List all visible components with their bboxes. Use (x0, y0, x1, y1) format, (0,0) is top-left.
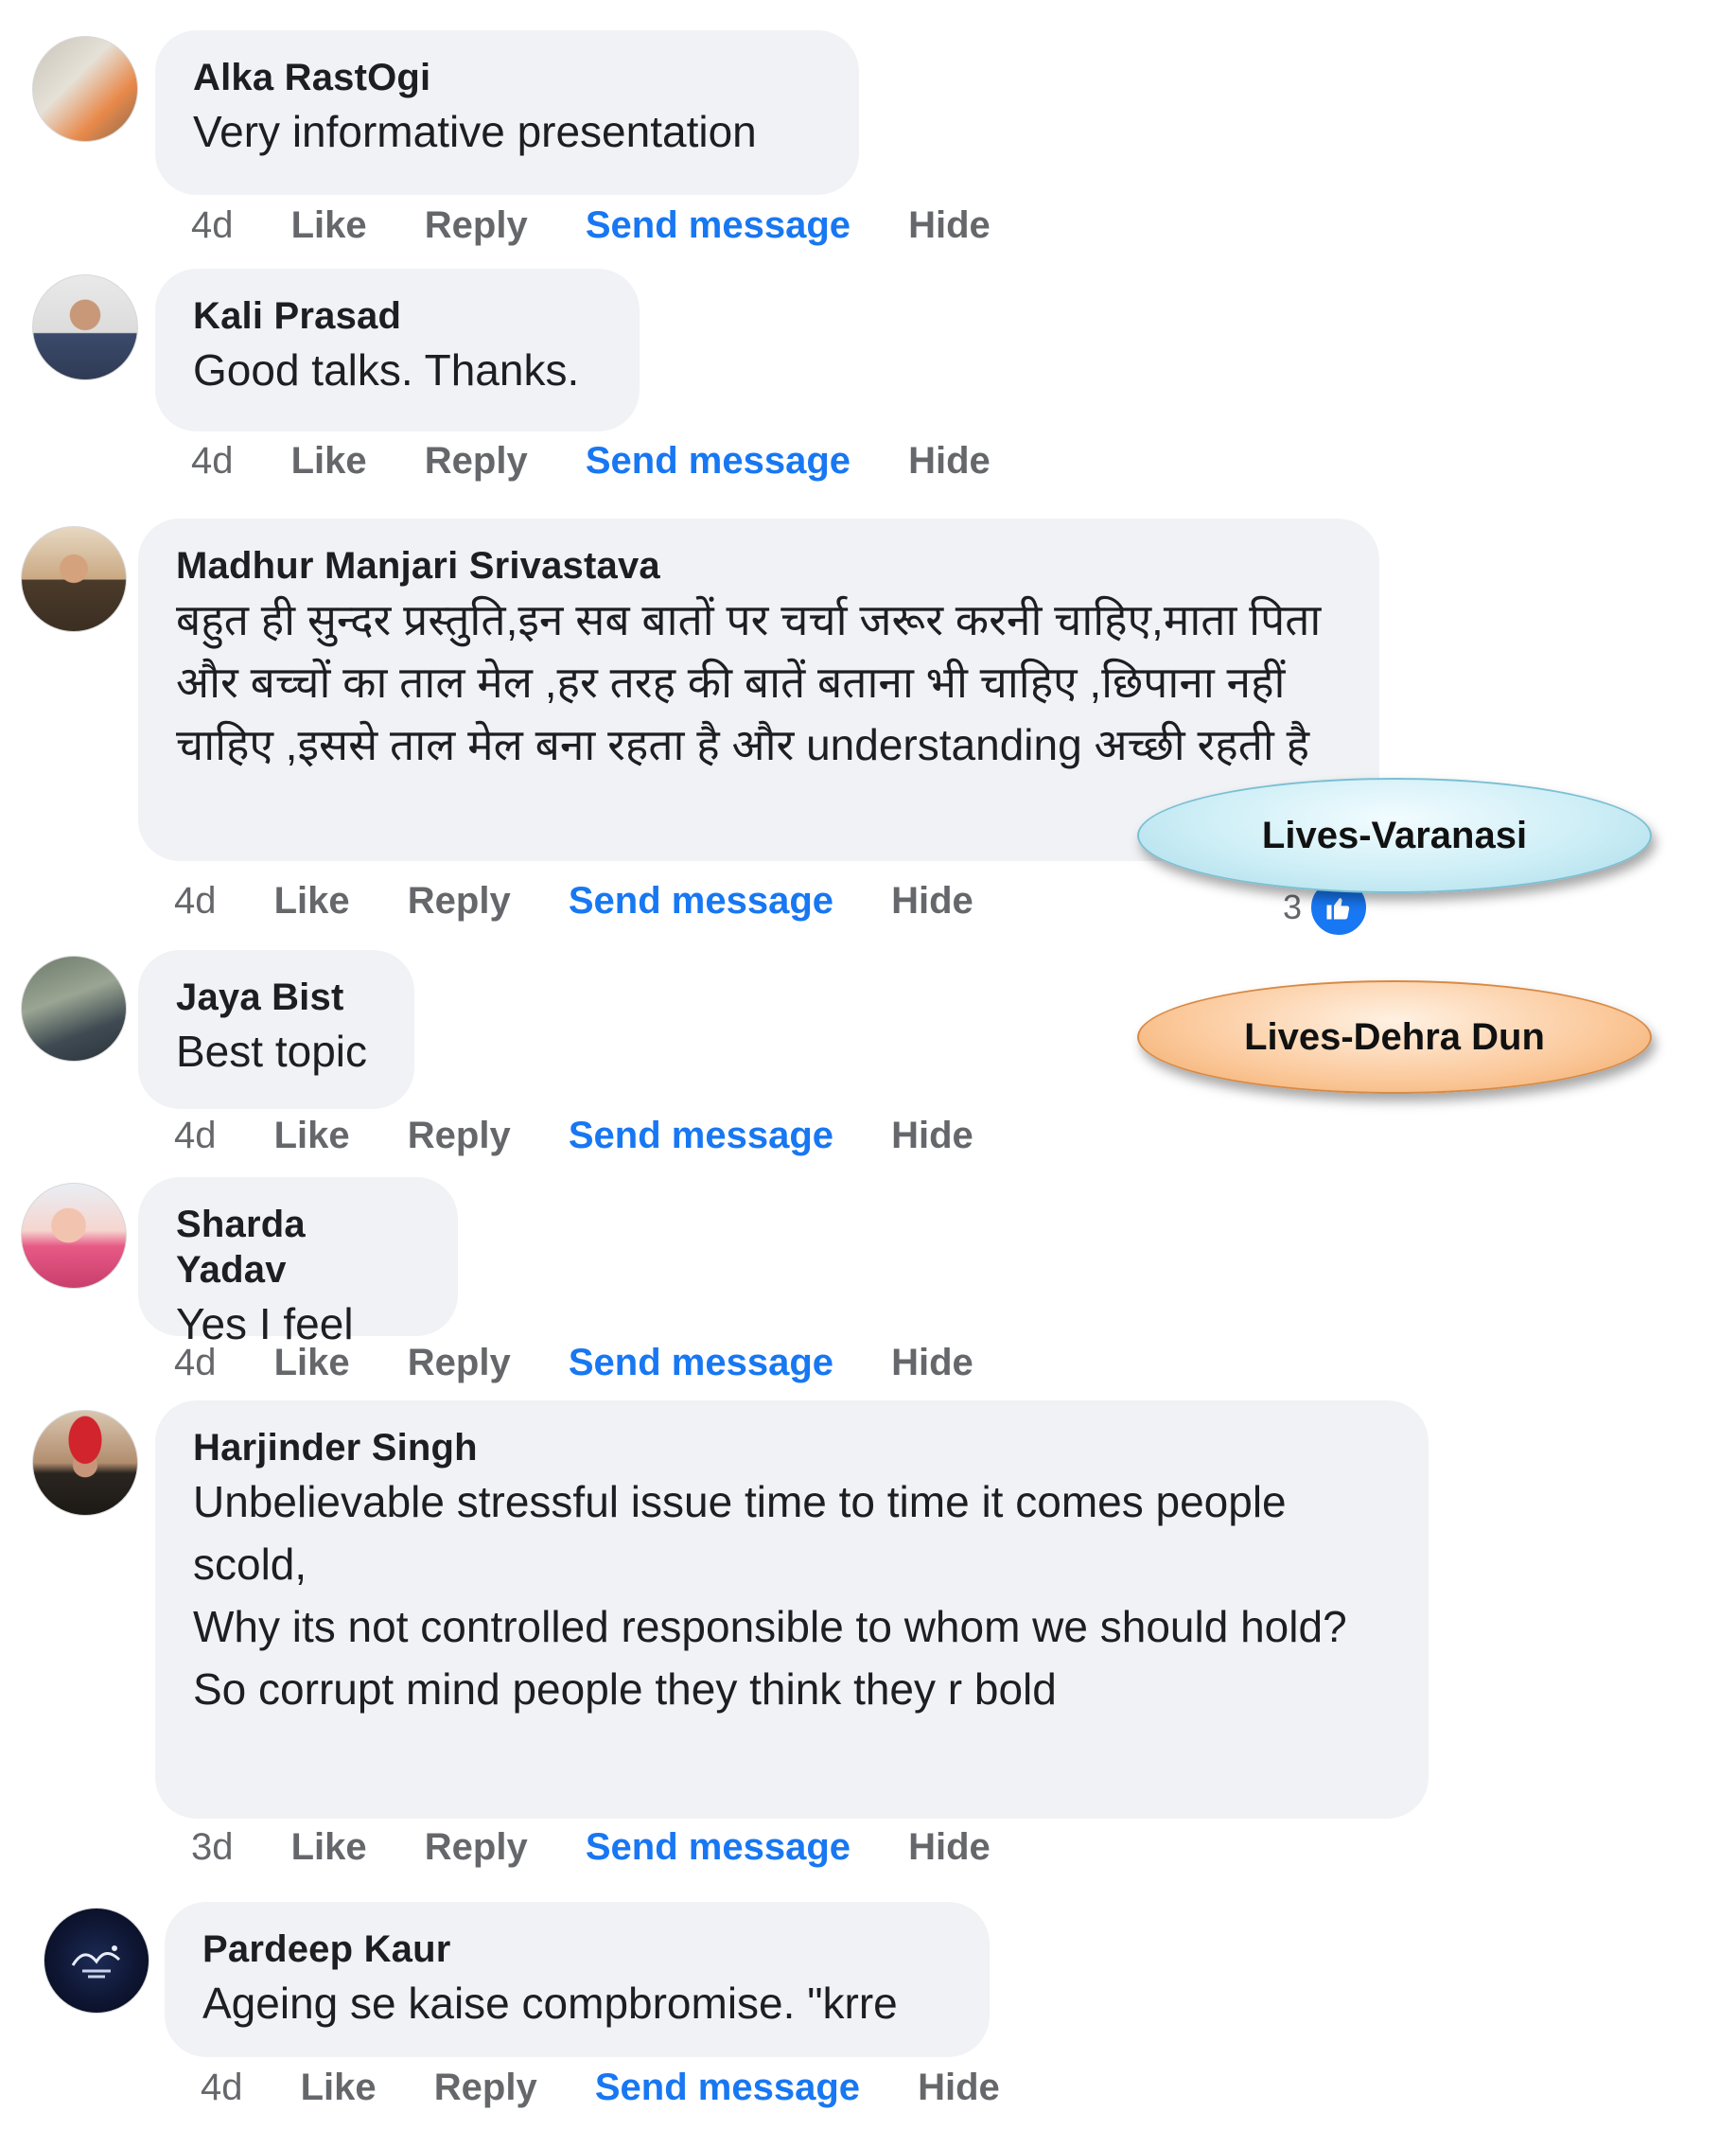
comment-text: Very informative presentation (193, 107, 757, 156)
reaction-count: 3 (1283, 888, 1303, 926)
send-message-button[interactable]: Send message (569, 880, 833, 923)
comment-bubble: Kali Prasad Good talks. Thanks. (155, 269, 640, 431)
comment-actions: 4d Like Reply Send message Hide (174, 880, 1021, 923)
comment-time[interactable]: 3d (191, 1826, 234, 1869)
reply-button[interactable]: Reply (434, 2067, 537, 2109)
location-callout: Lives-Dehra Dun (1137, 980, 1652, 1094)
like-button[interactable]: Like (301, 2067, 377, 2109)
hide-button[interactable]: Hide (891, 1342, 973, 1384)
avatar[interactable] (32, 1410, 138, 1516)
avatar[interactable] (21, 956, 127, 1062)
send-message-button[interactable]: Send message (569, 1342, 833, 1384)
comment-actions: 4d Like Reply Send message Hide (191, 440, 1038, 483)
comment-author[interactable]: Jaya Bist (176, 975, 377, 1020)
comment-text: बहुत ही सुन्दर प्रस्तुति,इन सब बातों पर … (176, 595, 1322, 769)
like-button[interactable]: Like (274, 1342, 350, 1384)
like-button[interactable]: Like (274, 880, 350, 923)
comment-bubble: Sharda Yadav Yes I feel (138, 1177, 458, 1348)
comment-time[interactable]: 4d (201, 2067, 243, 2109)
hide-button[interactable]: Hide (918, 2067, 1000, 2109)
comment-actions: 4d Like Reply Send message Hide (174, 1342, 1021, 1384)
hide-button[interactable]: Hide (908, 440, 991, 483)
comment-actions: 4d Like Reply Send message Hide (174, 1115, 1021, 1157)
comment-bubble: Alka RastOgi Very informative presentati… (155, 30, 859, 195)
comment-actions: 3d Like Reply Send message Hide (191, 1826, 1038, 1869)
comment-bubble: Jaya Bist Best topic (138, 950, 414, 1109)
comment-text: Good talks. Thanks. (193, 345, 580, 395)
reply-button[interactable]: Reply (425, 440, 528, 483)
comment-author[interactable]: Pardeep Kaur (202, 1927, 952, 1972)
reply-button[interactable]: Reply (425, 1826, 528, 1869)
send-message-button[interactable]: Send message (595, 2067, 860, 2109)
comment-time[interactable]: 4d (191, 204, 234, 247)
comment-time[interactable]: 4d (191, 440, 234, 483)
comment-actions: 4d Like Reply Send message Hide (201, 2067, 1047, 2109)
reply-button[interactable]: Reply (408, 880, 511, 923)
comment-bubble: Harjinder Singh Unbelievable stressful i… (155, 1400, 1429, 1819)
comment-author[interactable]: Harjinder Singh (193, 1425, 1391, 1470)
comment-author[interactable]: Madhur Manjari Srivastava (176, 543, 1341, 589)
comment-text: Unbelievable stressful issue time to tim… (193, 1477, 1347, 1714)
send-message-button[interactable]: Send message (569, 1115, 833, 1157)
comment-time[interactable]: 4d (174, 880, 217, 923)
like-button[interactable]: Like (291, 1826, 367, 1869)
comment-bubble: Pardeep Kaur Ageing se kaise compbromise… (165, 1902, 990, 2057)
send-message-button[interactable]: Send message (586, 1826, 850, 1869)
hide-button[interactable]: Hide (891, 880, 973, 923)
like-button[interactable]: Like (291, 440, 367, 483)
send-message-button[interactable]: Send message (586, 440, 850, 483)
callout-label: Lives-Varanasi (1261, 814, 1528, 856)
comment-author[interactable]: Alka RastOgi (193, 55, 821, 100)
callout-label: Lives-Dehra Dun (1244, 1015, 1545, 1058)
hide-button[interactable]: Hide (908, 204, 991, 247)
hide-button[interactable]: Hide (891, 1115, 973, 1157)
reply-button[interactable]: Reply (425, 204, 528, 247)
comment-author[interactable]: Sharda Yadav (176, 1202, 420, 1293)
comment-text: Best topic (176, 1027, 367, 1076)
like-button[interactable]: Like (274, 1115, 350, 1157)
comment-text: Ageing se kaise compbromise. "krre (202, 1979, 898, 2028)
comment-time[interactable]: 4d (174, 1342, 217, 1384)
avatar[interactable] (44, 1908, 149, 2014)
avatar[interactable] (32, 274, 138, 380)
hide-button[interactable]: Hide (908, 1826, 991, 1869)
logo-icon (71, 1945, 121, 1979)
avatar[interactable] (21, 1183, 127, 1289)
comment-author[interactable]: Kali Prasad (193, 293, 602, 339)
avatar[interactable] (32, 36, 138, 142)
like-button[interactable]: Like (291, 204, 367, 247)
comment-actions: 4d Like Reply Send message Hide (191, 204, 1038, 247)
reply-button[interactable]: Reply (408, 1115, 511, 1157)
send-message-button[interactable]: Send message (586, 204, 850, 247)
comment-time[interactable]: 4d (174, 1115, 217, 1157)
avatar[interactable] (21, 526, 127, 632)
reply-button[interactable]: Reply (408, 1342, 511, 1384)
location-callout: Lives-Varanasi (1137, 778, 1652, 893)
